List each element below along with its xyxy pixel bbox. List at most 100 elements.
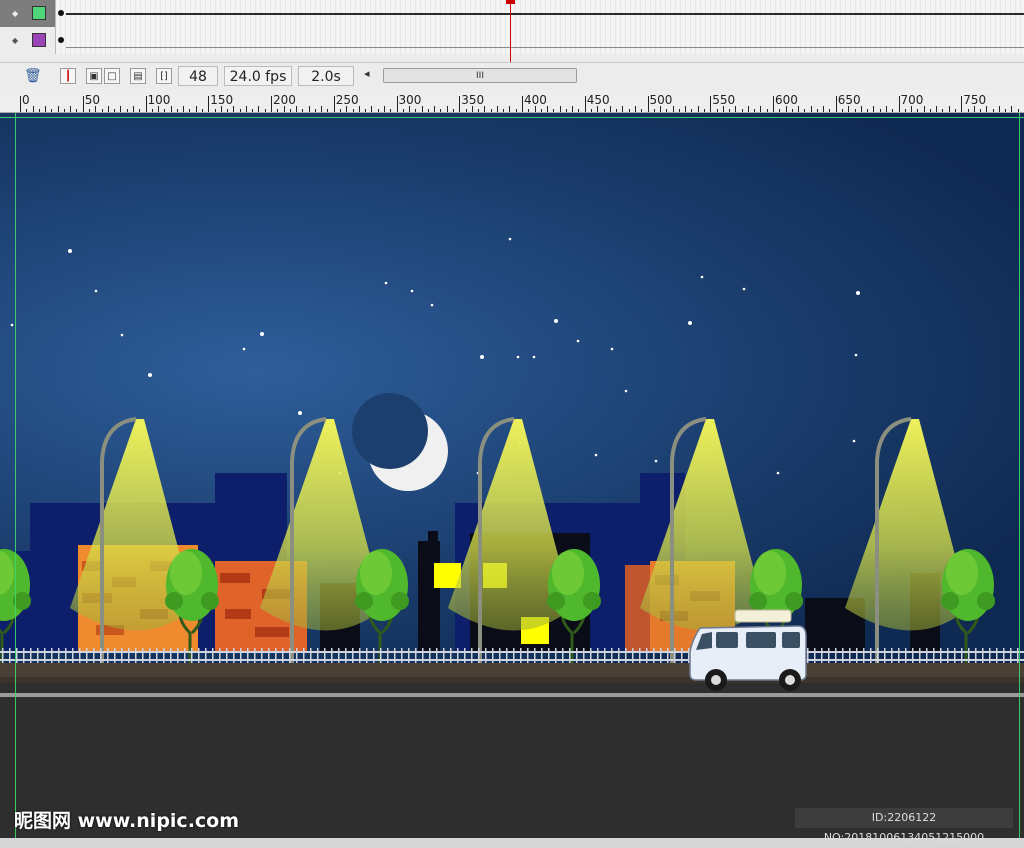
fence-post xyxy=(471,648,473,663)
ruler-tick xyxy=(829,109,831,112)
ruler-tick xyxy=(917,109,919,112)
ruler-label: 200 xyxy=(273,93,296,107)
onion-skin-icon[interactable]: ▣ xyxy=(86,68,102,84)
star xyxy=(298,411,302,415)
fence-post xyxy=(443,648,445,663)
fence-post xyxy=(898,648,900,663)
fence-post xyxy=(394,648,396,663)
ruler-tick xyxy=(603,109,605,112)
ruler-label: 750 xyxy=(963,93,987,107)
ruler-tick xyxy=(747,106,749,112)
fence-post xyxy=(373,648,375,663)
ruler-tick xyxy=(936,106,938,112)
fence-post xyxy=(72,648,74,663)
keyframe-marker[interactable] xyxy=(58,10,64,16)
fence-post xyxy=(44,648,46,663)
star xyxy=(260,332,264,336)
curb xyxy=(0,677,1024,683)
layer-color-swatch[interactable] xyxy=(32,6,46,20)
center-frame-icon[interactable]: ┃ xyxy=(60,68,76,84)
ruler-tick xyxy=(559,106,561,112)
ruler-tick xyxy=(484,106,486,112)
fence-post xyxy=(65,648,67,663)
frame-rate-field[interactable]: 24.0 fps xyxy=(224,66,292,86)
fence-post xyxy=(555,648,557,663)
ruler-tick xyxy=(729,109,731,112)
scroll-left-icon[interactable]: ◂ xyxy=(364,67,370,80)
ruler-tick xyxy=(478,109,480,112)
fence-post xyxy=(618,648,620,663)
ruler-tick xyxy=(352,109,354,112)
visibility-dot-icon[interactable]: ◆ xyxy=(12,10,18,18)
fence-post xyxy=(982,648,984,663)
star xyxy=(94,289,98,293)
ruler-tick xyxy=(998,106,1000,112)
timeline-scrollbar[interactable]: III xyxy=(383,68,577,83)
fence-post xyxy=(940,648,942,663)
ruler-label: 300 xyxy=(398,93,422,107)
ruler-tick xyxy=(239,109,241,112)
fence-post xyxy=(331,648,333,663)
fence-post xyxy=(275,648,277,663)
fence-post xyxy=(135,648,137,663)
ruler-tick xyxy=(522,96,523,112)
current-frame-field[interactable]: 48 xyxy=(178,66,218,86)
edit-multiple-frames-icon[interactable]: ▤ xyxy=(130,68,146,84)
fence-post xyxy=(422,648,424,663)
star xyxy=(554,319,558,323)
fence-post xyxy=(625,648,627,663)
fence-post xyxy=(429,648,431,663)
ruler-tick xyxy=(1011,106,1013,112)
fence-post xyxy=(548,648,550,663)
ruler-tick xyxy=(340,109,342,112)
ruler-tick xyxy=(892,109,894,112)
id-watermark: ID:2206122 NO:20181006134051215000 xyxy=(795,808,1013,844)
ruler-tick xyxy=(515,109,517,112)
star xyxy=(624,389,628,393)
modify-markers-icon[interactable]: ⁅⁆ xyxy=(156,68,172,84)
fence-post xyxy=(856,648,858,663)
ruler-tick xyxy=(565,109,567,112)
layer-header[interactable]: ◆ xyxy=(0,0,56,27)
ruler-tick xyxy=(697,106,699,112)
tree-leaf xyxy=(355,592,373,610)
ruler-tick xyxy=(57,106,59,112)
fence-post xyxy=(653,648,655,663)
layer-color-swatch[interactable] xyxy=(32,33,46,47)
trash-icon[interactable]: 🗑 xyxy=(24,68,42,84)
star xyxy=(430,303,434,307)
fence-post xyxy=(212,648,214,663)
playhead[interactable] xyxy=(510,0,511,66)
layer-frames[interactable] xyxy=(56,27,1024,54)
ruler-label: 650 xyxy=(837,93,861,107)
visibility-dot-icon[interactable]: ◆ xyxy=(12,37,18,45)
star xyxy=(688,321,692,325)
fence-post xyxy=(114,648,116,663)
elapsed-time-field[interactable]: 2.0s xyxy=(298,66,354,86)
ruler-tick xyxy=(101,109,103,112)
fence-post xyxy=(86,648,88,663)
stage-canvas[interactable] xyxy=(0,113,1024,838)
fence-post xyxy=(352,648,354,663)
fence-post xyxy=(947,648,949,663)
ruler-tick xyxy=(509,106,511,112)
layer-row-1[interactable]: ◆ xyxy=(0,0,1024,27)
ruler-tick xyxy=(879,109,881,112)
ruler-tick xyxy=(572,106,574,112)
fence-post xyxy=(156,648,158,663)
layer-frames[interactable] xyxy=(56,0,1024,27)
layer-header[interactable]: ◆ xyxy=(0,27,56,54)
keyframe-marker[interactable] xyxy=(58,37,64,43)
scene-artwork xyxy=(0,237,1024,838)
fence-post xyxy=(359,648,361,663)
ruler-tick xyxy=(653,109,655,112)
fence-post xyxy=(674,648,676,663)
stage-ruler: 0 50 100 150 200 250 300 350 400 450 500 550 600 650 7… xyxy=(0,90,1024,113)
fence-post xyxy=(37,648,39,663)
onion-skin-outlines-icon[interactable]: □ xyxy=(104,68,120,84)
fence-post xyxy=(933,648,935,663)
fence-post xyxy=(317,648,319,663)
ruler-label: 550 xyxy=(712,93,736,107)
fence-post xyxy=(961,648,963,663)
layer-row-2[interactable]: ◆ xyxy=(0,27,1024,54)
